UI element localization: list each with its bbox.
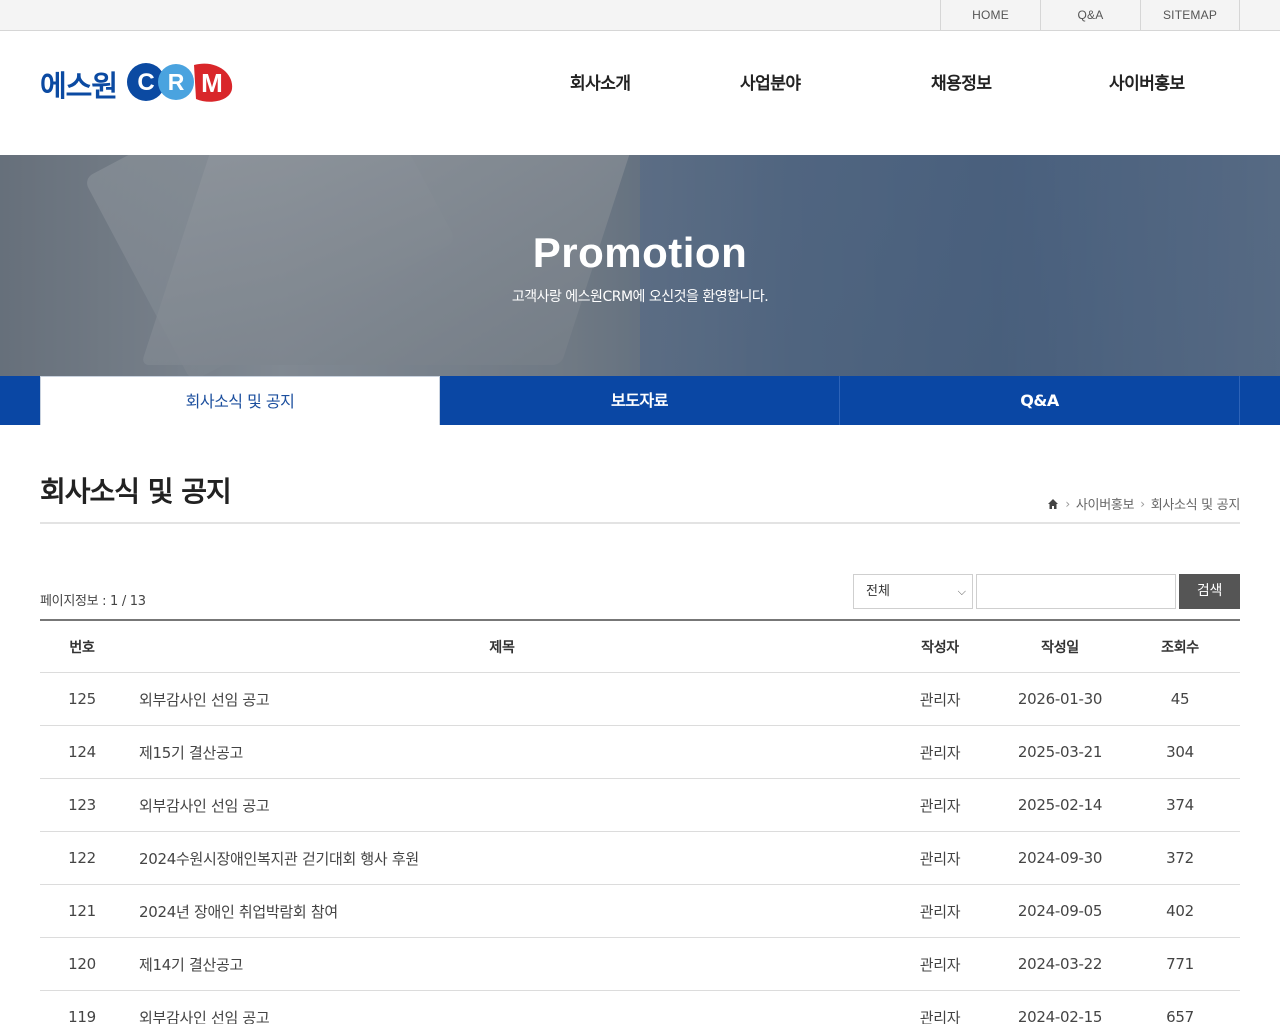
- chevron-right-icon: ›: [1140, 496, 1145, 511]
- search-input[interactable]: [976, 574, 1176, 609]
- sub-tabs: 회사소식 및 공지 보도자료 Q&A: [0, 376, 1280, 425]
- row-writer: 관리자: [919, 955, 961, 974]
- row-writer: 관리자: [919, 690, 961, 709]
- row-writer: 관리자: [919, 796, 961, 815]
- table-header-row: 번호 제목 작성자 작성일 조회수: [40, 619, 1240, 673]
- row-date: 2024-02-15: [1017, 1008, 1103, 1024]
- row-writer: 관리자: [919, 849, 961, 868]
- col-header-date: 작성일: [1041, 639, 1079, 656]
- title-divider: [40, 522, 1240, 524]
- row-views: 402: [1166, 902, 1194, 920]
- home-icon[interactable]: [1047, 498, 1059, 510]
- page-info: 페이지정보 : 1 / 13: [40, 594, 146, 609]
- row-title-link[interactable]: 외부감사인 선임 공고: [139, 779, 859, 831]
- row-no: 125: [68, 690, 96, 708]
- row-title-link[interactable]: 2024년 장애인 취업박람회 참여: [139, 885, 859, 937]
- search-category-value: 전체: [866, 584, 890, 599]
- row-no: 119: [68, 1008, 96, 1024]
- table-row: 121 2024년 장애인 취업박람회 참여 관리자 2024-09-05 40…: [40, 885, 1240, 938]
- search-button[interactable]: 검색: [1179, 574, 1240, 609]
- hero-subtitle: 고객사랑 에스원CRM에 오신것을 환영합니다.: [511, 289, 769, 305]
- breadcrumb-item-cyber-promotion[interactable]: 사이버홍보: [1076, 494, 1135, 513]
- row-no: 120: [68, 955, 96, 973]
- breadcrumb: › 사이버홍보 › 회사소식 및 공지: [1047, 494, 1240, 513]
- row-no: 124: [68, 743, 96, 761]
- chevron-down-icon: ⌵: [957, 585, 966, 598]
- hero-banner: Promotion 고객사랑 에스원CRM에 오신것을 환영합니다.: [0, 155, 1280, 376]
- row-title-link[interactable]: 제15기 결산공고: [139, 726, 859, 778]
- row-views: 771: [1166, 955, 1194, 973]
- svg-text:C: C: [137, 69, 154, 96]
- col-header-views: 조회수: [1161, 639, 1199, 656]
- util-link-qna[interactable]: Q&A: [1040, 0, 1140, 31]
- row-writer: 관리자: [919, 743, 961, 762]
- search-category-select[interactable]: 전체 ⌵: [853, 574, 973, 609]
- row-views: 657: [1166, 1008, 1194, 1024]
- tab-qna[interactable]: Q&A: [840, 376, 1240, 425]
- row-title-link[interactable]: 2024수원시장애인복지관 걷기대회 행사 후원: [139, 832, 859, 884]
- row-views: 304: [1166, 743, 1194, 761]
- top-utility-bar: HOME Q&A SITEMAP: [0, 0, 1280, 31]
- row-date: 2024-03-22: [1017, 955, 1103, 973]
- row-date: 2024-09-05: [1017, 902, 1103, 920]
- page-title: 회사소식 및 공지: [40, 475, 232, 508]
- col-header-writer: 작성자: [921, 639, 959, 656]
- hero-title: Promotion: [532, 229, 748, 276]
- svg-text:R: R: [168, 69, 185, 95]
- row-writer: 관리자: [919, 902, 961, 921]
- row-title-link[interactable]: 외부감사인 선임 공고: [139, 673, 859, 725]
- row-views: 374: [1166, 796, 1194, 814]
- svg-text:M: M: [201, 68, 223, 98]
- row-date: 2024-09-30: [1017, 849, 1103, 867]
- chevron-right-icon: ›: [1065, 496, 1070, 511]
- row-writer: 관리자: [919, 1008, 961, 1024]
- col-header-title: 제목: [489, 639, 515, 656]
- breadcrumb-item-current[interactable]: 회사소식 및 공지: [1151, 494, 1241, 513]
- table-row: 122 2024수원시장애인복지관 걷기대회 행사 후원 관리자 2024-09…: [40, 832, 1240, 885]
- util-link-sitemap[interactable]: SITEMAP: [1140, 0, 1240, 31]
- row-no: 123: [68, 796, 96, 814]
- notice-board-table: 번호 제목 작성자 작성일 조회수 125 외부감사인 선임 공고 관리자 20…: [40, 619, 1240, 1024]
- tab-press-release[interactable]: 보도자료: [440, 376, 840, 425]
- logo-korean-text: 에스원: [40, 69, 118, 103]
- util-link-home[interactable]: HOME: [940, 0, 1040, 31]
- gnb-recruitment[interactable]: 채용정보: [931, 69, 992, 94]
- site-header: 에스원 C R M 회사소개 사업분야 채용정보 사이버홍보: [0, 31, 1280, 155]
- tab-company-news[interactable]: 회사소식 및 공지: [40, 376, 440, 425]
- row-date: 2025-02-14: [1017, 796, 1103, 814]
- row-views: 372: [1166, 849, 1194, 867]
- site-logo[interactable]: 에스원 C R M: [40, 59, 240, 105]
- gnb-cyber-promotion[interactable]: 사이버홍보: [1109, 69, 1185, 94]
- table-row: 123 외부감사인 선임 공고 관리자 2025-02-14 374: [40, 779, 1240, 832]
- gnb-business-area[interactable]: 사업분야: [740, 69, 801, 94]
- row-title-link[interactable]: 제14기 결산공고: [139, 938, 859, 990]
- table-row: 119 외부감사인 선임 공고 관리자 2024-02-15 657: [40, 991, 1240, 1024]
- row-title-link[interactable]: 외부감사인 선임 공고: [139, 991, 859, 1024]
- table-row: 124 제15기 결산공고 관리자 2025-03-21 304: [40, 726, 1240, 779]
- table-row: 125 외부감사인 선임 공고 관리자 2026-01-30 45: [40, 673, 1240, 726]
- gnb-company-intro[interactable]: 회사소개: [570, 69, 631, 94]
- row-date: 2025-03-21: [1017, 743, 1103, 761]
- table-row: 120 제14기 결산공고 관리자 2024-03-22 771: [40, 938, 1240, 991]
- row-no: 121: [68, 902, 96, 920]
- row-no: 122: [68, 849, 96, 867]
- row-date: 2026-01-30: [1017, 690, 1103, 708]
- row-views: 45: [1170, 690, 1190, 708]
- logo-crm-mark: C R M: [127, 63, 233, 102]
